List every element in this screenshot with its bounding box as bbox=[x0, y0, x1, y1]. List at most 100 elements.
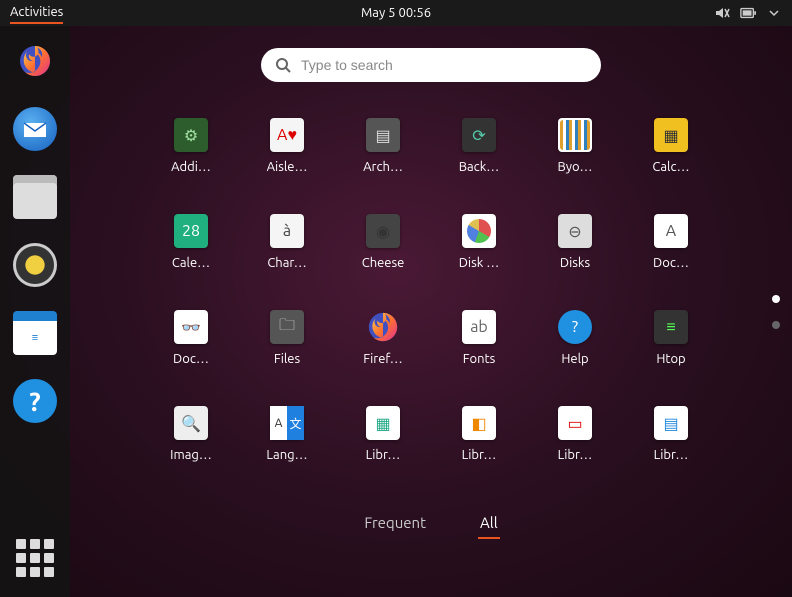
libreoffice-writer-icon: ▤ bbox=[654, 406, 688, 440]
app-label: Libr… bbox=[654, 448, 689, 462]
dock-thunderbird[interactable] bbox=[10, 104, 60, 154]
battery-icon[interactable] bbox=[740, 5, 756, 21]
thunderbird-icon bbox=[13, 107, 57, 151]
byobu-icon bbox=[558, 118, 592, 152]
firefox-icon bbox=[366, 310, 400, 344]
firefox-icon bbox=[17, 43, 53, 79]
app-label: Lang… bbox=[266, 448, 307, 462]
writer-icon: ≡ bbox=[13, 311, 57, 355]
cheese-icon: ◉ bbox=[366, 214, 400, 248]
app-backups[interactable]: ⟳ Back… bbox=[431, 112, 527, 208]
app-firefox[interactable]: Firef… bbox=[335, 304, 431, 400]
character-map-icon: à bbox=[270, 214, 304, 248]
tab-frequent[interactable]: Frequent bbox=[362, 508, 428, 539]
dock-writer[interactable]: ≡ bbox=[10, 308, 60, 358]
document-viewer-icon: 👓 bbox=[174, 310, 208, 344]
document-scanner-icon: A bbox=[654, 214, 688, 248]
chevron-down-icon[interactable] bbox=[766, 5, 782, 21]
app-document-scanner[interactable]: A Doc… bbox=[623, 208, 719, 304]
calendar-icon: 28 bbox=[174, 214, 208, 248]
app-archive-manager[interactable]: ▤ Arch… bbox=[335, 112, 431, 208]
app-character-map[interactable]: à Char… bbox=[239, 208, 335, 304]
files-icon bbox=[13, 175, 57, 219]
fonts-icon: ab bbox=[462, 310, 496, 344]
app-libreoffice-calc[interactable]: ▦Libr… bbox=[335, 400, 431, 496]
applications-overview: ⚙ Addi… A♥ Aisle… ▤ Arch… ⟳ Back… Byo… ▦ Calc… 28Ca… bbox=[70, 26, 792, 597]
app-label: Addi… bbox=[171, 160, 211, 174]
dock-help[interactable]: ? bbox=[10, 376, 60, 426]
app-label: Calc… bbox=[652, 160, 689, 174]
activities-button[interactable]: Activities bbox=[10, 2, 63, 24]
disk-usage-icon bbox=[462, 214, 496, 248]
app-label: Imag… bbox=[170, 448, 212, 462]
app-label: Files bbox=[274, 352, 300, 366]
app-document-viewer[interactable]: 👓 Doc… bbox=[143, 304, 239, 400]
app-label: Help bbox=[561, 352, 588, 366]
calculator-icon: ▦ bbox=[654, 118, 688, 152]
disks-icon: ⊖ bbox=[558, 214, 592, 248]
archive-manager-icon: ▤ bbox=[366, 118, 400, 152]
page-dot-1[interactable] bbox=[772, 295, 780, 303]
volume-muted-icon[interactable] bbox=[714, 5, 730, 21]
app-label: Byo… bbox=[558, 160, 593, 174]
app-disk-usage[interactable]: Disk … bbox=[431, 208, 527, 304]
app-label: Htop bbox=[656, 352, 685, 366]
htop-icon: ≡ bbox=[654, 310, 688, 344]
dock: ≡ ? bbox=[0, 26, 70, 597]
app-files[interactable]: 🗀 Files bbox=[239, 304, 335, 400]
app-label: Fonts bbox=[463, 352, 496, 366]
app-libreoffice-writer[interactable]: ▤ Libr… bbox=[623, 400, 719, 496]
search-box[interactable] bbox=[261, 48, 601, 82]
app-label: Disks bbox=[560, 256, 590, 270]
libreoffice-impress-icon: ▭ bbox=[558, 406, 592, 440]
app-label: Firef… bbox=[363, 352, 402, 366]
aisleriot-icon: A♥ bbox=[270, 118, 304, 152]
help-icon: ? bbox=[13, 379, 57, 423]
app-htop[interactable]: ≡ Htop bbox=[623, 304, 719, 400]
clock[interactable]: May 5 00:56 bbox=[361, 6, 431, 20]
dock-files[interactable] bbox=[10, 172, 60, 222]
app-disks[interactable]: ⊖ Disks bbox=[527, 208, 623, 304]
app-byobu[interactable]: Byo… bbox=[527, 112, 623, 208]
dock-rhythmbox[interactable] bbox=[10, 240, 60, 290]
app-language-support[interactable]: A文 Lang… bbox=[239, 400, 335, 496]
app-libreoffice-draw[interactable]: ◧Libr… bbox=[431, 400, 527, 496]
language-support-icon: A文 bbox=[270, 406, 304, 440]
page-dot-2[interactable] bbox=[772, 321, 780, 329]
app-label: Arch… bbox=[363, 160, 403, 174]
app-label: Back… bbox=[459, 160, 500, 174]
app-help[interactable]: ? Help bbox=[527, 304, 623, 400]
dock-firefox[interactable] bbox=[10, 36, 60, 86]
app-calendar[interactable]: 28Cale… bbox=[143, 208, 239, 304]
app-label: Doc… bbox=[653, 256, 689, 270]
rhythmbox-icon bbox=[13, 243, 57, 287]
show-applications-button[interactable] bbox=[11, 534, 59, 582]
app-calculator[interactable]: ▦ Calc… bbox=[623, 112, 719, 208]
app-label: Doc… bbox=[173, 352, 209, 366]
files-icon: 🗀 bbox=[270, 310, 304, 344]
app-fonts[interactable]: ab Fonts bbox=[431, 304, 527, 400]
help-icon: ? bbox=[558, 310, 592, 344]
system-tray[interactable] bbox=[714, 5, 782, 21]
app-label: Libr… bbox=[366, 448, 401, 462]
view-tabs: Frequent All bbox=[362, 508, 499, 539]
app-label: Libr… bbox=[462, 448, 497, 462]
backups-icon: ⟳ bbox=[462, 118, 496, 152]
app-label: Disk … bbox=[459, 256, 499, 270]
page-indicator bbox=[772, 295, 780, 329]
search-icon bbox=[275, 57, 291, 73]
app-image-viewer[interactable]: 🔍 Imag… bbox=[143, 400, 239, 496]
app-label: Cheese bbox=[362, 256, 405, 270]
app-grid: ⚙ Addi… A♥ Aisle… ▤ Arch… ⟳ Back… Byo… ▦ Calc… 28Ca… bbox=[143, 112, 719, 496]
app-label: Char… bbox=[267, 256, 306, 270]
app-libreoffice-impress[interactable]: ▭Libr… bbox=[527, 400, 623, 496]
app-cheese[interactable]: ◉ Cheese bbox=[335, 208, 431, 304]
app-label: Aisle… bbox=[267, 160, 308, 174]
tab-all[interactable]: All bbox=[478, 508, 500, 539]
app-additional-drivers[interactable]: ⚙ Addi… bbox=[143, 112, 239, 208]
search-input[interactable] bbox=[301, 57, 587, 73]
image-viewer-icon: 🔍 bbox=[174, 406, 208, 440]
additional-drivers-icon: ⚙ bbox=[174, 118, 208, 152]
app-aisleriot[interactable]: A♥ Aisle… bbox=[239, 112, 335, 208]
top-bar: Activities May 5 00:56 bbox=[0, 0, 792, 26]
